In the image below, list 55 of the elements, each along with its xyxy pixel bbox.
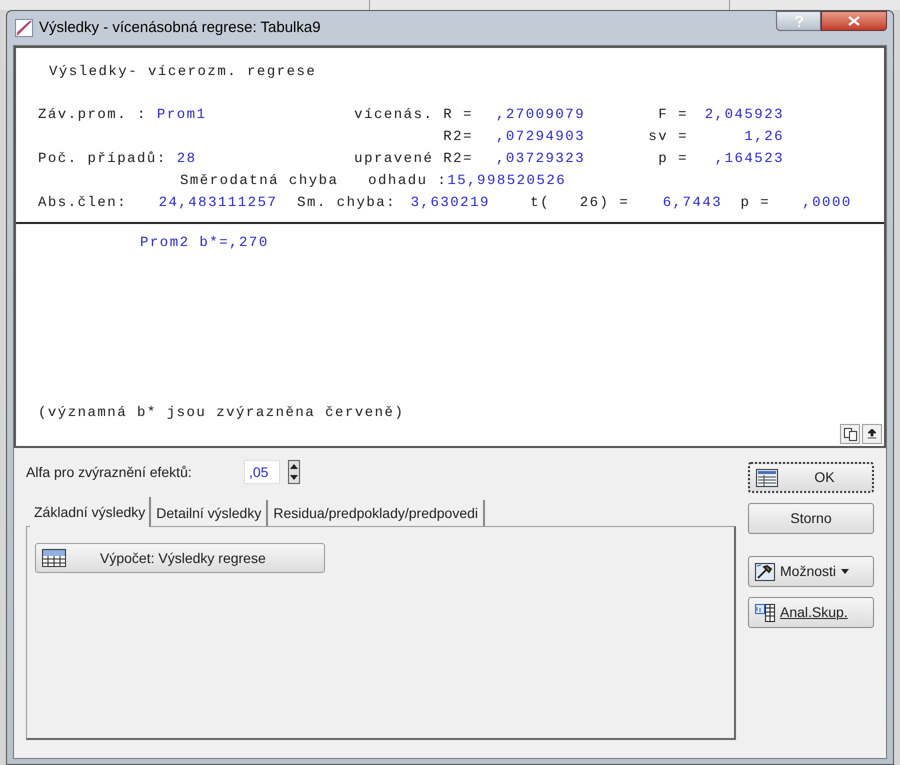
cancel-button[interactable]: Storno bbox=[748, 503, 874, 534]
stat-value: ,164523 bbox=[714, 150, 784, 169]
alpha-field[interactable]: ,05 bbox=[244, 460, 280, 484]
stat-label: Směrodatná chyba odhadu : bbox=[180, 172, 448, 191]
coefficient-text: Prom2 b*=,270 bbox=[140, 235, 269, 251]
table-icon bbox=[756, 468, 778, 486]
stat-label: Záv.prom. : bbox=[38, 106, 147, 125]
stat-value: 3,630219 bbox=[410, 195, 490, 211]
stat-value: ,0000 bbox=[802, 195, 852, 211]
report-heading: Výsledky- vícerozm. regrese bbox=[49, 64, 316, 80]
stat-value: 6,7443 bbox=[662, 195, 722, 211]
stat-value: 2,045923 bbox=[704, 106, 784, 125]
stat-label: p = bbox=[658, 150, 688, 169]
compute-button[interactable]: Výpočet: Výsledky regrese bbox=[35, 543, 325, 573]
stat-value: 24,483111257 bbox=[158, 195, 278, 211]
stat-value: ,03729323 bbox=[496, 151, 586, 167]
stat-label: Poč. případů: bbox=[38, 150, 167, 169]
stat-label: Sm. chyba: bbox=[297, 195, 396, 211]
stat-label: p = bbox=[740, 195, 770, 211]
help-icon bbox=[794, 16, 802, 26]
stat-value: 28 bbox=[176, 150, 197, 169]
note-text: (významná b* jsou zvýrazněna červeně) bbox=[38, 405, 404, 421]
table-icon bbox=[42, 549, 66, 567]
up-icon bbox=[290, 464, 298, 469]
stat-value: ,07294903 bbox=[496, 129, 586, 145]
spin-buttons[interactable] bbox=[288, 460, 300, 484]
up-arrow-icon bbox=[868, 429, 876, 439]
window-title: Výsledky - vícenásobná regrese: Tabulka9 bbox=[39, 18, 322, 38]
close-icon bbox=[848, 16, 860, 26]
stat-value: ,27009079 bbox=[496, 107, 586, 123]
copy-icon bbox=[844, 428, 856, 440]
dropdown-arrow-icon bbox=[841, 569, 850, 574]
stat-value: 1,26 bbox=[744, 128, 784, 147]
copy-button[interactable] bbox=[840, 424, 860, 444]
stat-value: Prom1 bbox=[156, 106, 206, 125]
options-button[interactable]: Možnosti bbox=[748, 556, 874, 587]
group-analysis-button[interactable]: Anal.Skup. bbox=[748, 597, 874, 628]
help-button[interactable] bbox=[776, 11, 821, 31]
close-button[interactable] bbox=[821, 11, 887, 31]
chart-line-icon bbox=[15, 19, 33, 37]
expand-button[interactable] bbox=[862, 424, 882, 444]
stat-label: t( 26) = bbox=[530, 195, 630, 211]
stat-label: vícenás. R = bbox=[354, 106, 473, 125]
grid-icon bbox=[755, 604, 775, 622]
stat-label: Abs.člen: bbox=[38, 195, 128, 211]
alpha-label: Alfa pro zvýraznění efektů: bbox=[26, 462, 193, 482]
down-icon bbox=[290, 475, 298, 480]
ok-button[interactable]: OK bbox=[748, 462, 874, 493]
stat-label: F = bbox=[658, 106, 688, 125]
tab[interactable]: Základní výsledky bbox=[30, 497, 152, 527]
stat-label: sv = bbox=[648, 128, 688, 147]
chart-tool-icon bbox=[755, 562, 775, 580]
stat-value: 15,998520526 bbox=[447, 172, 566, 191]
stat-label: upravené R2= bbox=[354, 150, 473, 169]
stat-label: R2= bbox=[443, 128, 473, 147]
